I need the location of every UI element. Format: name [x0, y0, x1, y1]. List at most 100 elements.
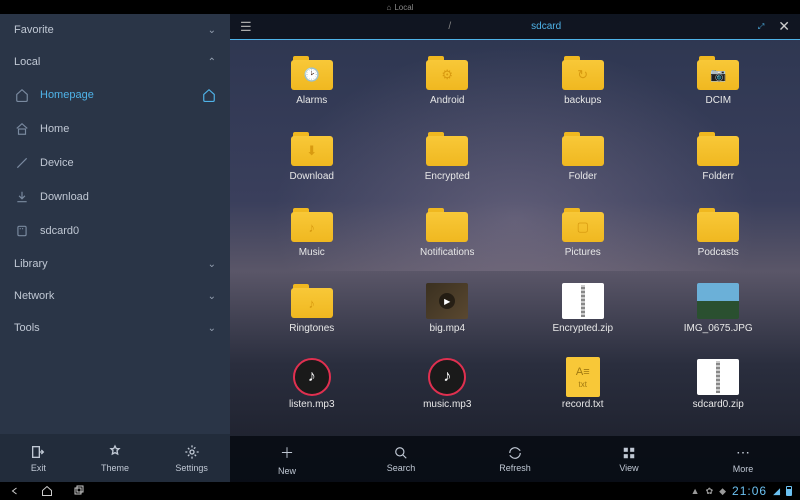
search-icon	[394, 446, 408, 460]
file-label: DCIM	[705, 95, 731, 106]
file-label: music.mp3	[423, 399, 471, 410]
exit-button[interactable]: Exit	[0, 434, 77, 482]
folder-icon	[561, 130, 605, 168]
file-item[interactable]: ♪Ringtones	[254, 282, 370, 354]
file-label: Notifications	[420, 247, 474, 258]
status-tray[interactable]: ▲ ✿ ◆ 21:06 ◢	[691, 484, 792, 498]
close-icon[interactable]: ✕	[778, 18, 790, 35]
folder-icon: ♪	[290, 282, 334, 320]
folder-icon	[696, 130, 740, 168]
refresh-button[interactable]: Refresh	[458, 436, 572, 482]
sidebar-item-download[interactable]: Download	[0, 180, 230, 214]
grid-view-icon	[622, 446, 636, 460]
sidebar-section-network[interactable]: Network ⌄	[0, 280, 230, 312]
expand-icon[interactable]: ⤢	[758, 22, 764, 32]
file-item[interactable]: ▢ Pictures	[525, 206, 641, 278]
file-item[interactable]: ♪ music.mp3	[390, 358, 506, 430]
home-icon: ⌂	[387, 3, 392, 12]
file-item[interactable]: Podcasts	[661, 206, 777, 278]
clock: 21:06	[732, 484, 767, 498]
folder-icon	[425, 206, 469, 244]
sidebar-section-library[interactable]: Library ⌄	[0, 248, 230, 280]
file-label: record.txt	[562, 399, 604, 410]
theme-button[interactable]: Theme	[77, 434, 154, 482]
file-item[interactable]: Notifications	[390, 206, 506, 278]
file-label: backups	[564, 95, 601, 106]
theme-icon	[107, 444, 123, 460]
file-label: Download	[290, 171, 334, 182]
breadcrumb-sdcard[interactable]: sdcard	[531, 21, 561, 32]
chevron-up-icon: ⌃	[208, 57, 216, 68]
sidebar: Favorite ⌄ Local ⌃ Homepage Home	[0, 14, 230, 482]
zip-icon	[696, 358, 740, 396]
file-item[interactable]: ⬇Download	[254, 130, 370, 202]
file-item[interactable]: Encrypted.zip	[525, 282, 641, 354]
folder-icon: ▢	[561, 206, 605, 244]
folder-icon	[696, 206, 740, 244]
folder-icon: ↻	[561, 54, 605, 92]
sidebar-section-local[interactable]: Local ⌃	[0, 46, 230, 78]
more-icon: ⋯	[736, 444, 750, 461]
sidebar-item-homepage[interactable]: Homepage	[0, 78, 230, 112]
menu-icon[interactable]: ☰	[240, 19, 252, 35]
file-item[interactable]: Folder	[525, 130, 641, 202]
file-item[interactable]: ♪ Music	[254, 206, 370, 278]
file-item[interactable]: txt record.txt	[525, 358, 641, 430]
exit-label: Exit	[31, 463, 46, 473]
photo-thumbnail	[696, 282, 740, 320]
sidebar-item-label: Home	[40, 123, 69, 135]
sidebar-item-device[interactable]: Device	[0, 146, 230, 180]
text-file-icon: txt	[561, 358, 605, 396]
file-label: Music	[299, 247, 325, 258]
sidebar-item-sdcard0[interactable]: sdcard0	[0, 214, 230, 248]
theme-label: Theme	[101, 463, 129, 473]
file-label: Pictures	[565, 247, 601, 258]
file-item[interactable]: ⚙Android	[390, 54, 506, 126]
file-grid: 🕑 Alarms ⚙Android ↻ backups 📷 DCIM ⬇Download Enc…	[230, 40, 800, 436]
android-icon: ◆	[719, 486, 726, 497]
sidebar-item-home[interactable]: Home	[0, 112, 230, 146]
main-content: ☰ / sdcard ⤢ ✕ 🕑 Alarms ⚙Android ↻ backups 📷 D…	[230, 14, 800, 482]
file-item[interactable]: Folderr	[661, 130, 777, 202]
video-thumbnail: ▶	[425, 282, 469, 320]
file-item[interactable]: IMG_0675.JPG	[661, 282, 777, 354]
file-item[interactable]: sdcard0.zip	[661, 358, 777, 430]
sidebar-item-label: Download	[40, 191, 89, 203]
view-button[interactable]: View	[572, 436, 686, 482]
folder-icon: 📷	[696, 54, 740, 92]
file-item[interactable]: ↻ backups	[525, 54, 641, 126]
home-active-icon	[202, 88, 216, 102]
file-item[interactable]: 🕑 Alarms	[254, 54, 370, 126]
file-item[interactable]: Encrypted	[390, 130, 506, 202]
file-label: Android	[430, 95, 464, 106]
file-label: Podcasts	[698, 247, 739, 258]
download-icon	[14, 190, 30, 204]
settings-button[interactable]: Settings	[153, 434, 230, 482]
folder-icon: ♪	[290, 206, 334, 244]
search-button[interactable]: Search	[344, 436, 458, 482]
sidebar-section-favorite[interactable]: Favorite ⌄	[0, 14, 230, 46]
audio-icon: ♪	[425, 358, 469, 396]
header-bar: ☰ / sdcard ⤢ ✕	[230, 14, 800, 40]
sidebar-section-tools[interactable]: Tools ⌄	[0, 312, 230, 344]
file-label: IMG_0675.JPG	[684, 323, 753, 334]
exit-icon	[30, 444, 46, 460]
file-item[interactable]: 📷 DCIM	[661, 54, 777, 126]
file-label: listen.mp3	[289, 399, 335, 410]
view-label: View	[619, 463, 638, 473]
file-label: Alarms	[296, 95, 327, 106]
breadcrumb-root[interactable]: /	[448, 21, 451, 32]
file-label: Folderr	[702, 171, 734, 182]
back-button[interactable]	[8, 485, 22, 497]
file-item[interactable]: ♪listen.mp3	[254, 358, 370, 430]
folder-icon: 🕑	[290, 54, 334, 92]
new-button[interactable]: ＋ New	[230, 436, 344, 482]
file-item[interactable]: ▶big.mp4	[390, 282, 506, 354]
more-button[interactable]: ⋯ More	[686, 436, 800, 482]
sidebar-item-label: Device	[40, 157, 74, 169]
file-label: Encrypted	[425, 171, 470, 182]
home-button[interactable]	[40, 485, 54, 497]
home-outline-icon	[14, 88, 30, 102]
recent-apps-button[interactable]	[72, 485, 86, 497]
folder-icon	[425, 130, 469, 168]
